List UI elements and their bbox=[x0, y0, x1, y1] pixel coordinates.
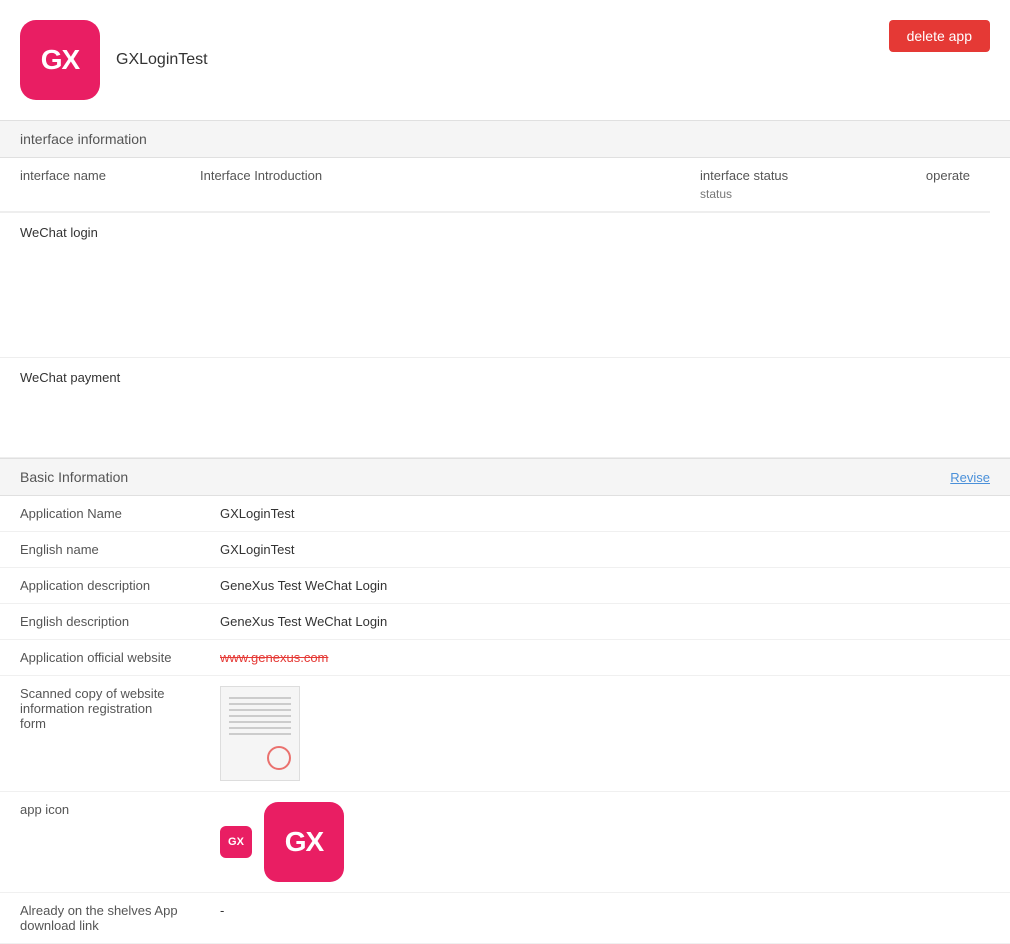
app-icons-container: GX GX bbox=[220, 802, 990, 882]
table-row: English name GXLoginTest bbox=[0, 532, 1010, 568]
document-stamp bbox=[267, 746, 291, 770]
field-value-english-name: GXLoginTest bbox=[200, 532, 1010, 568]
revise-link[interactable]: Revise bbox=[950, 470, 990, 485]
app-name-label: GXLoginTest bbox=[116, 51, 208, 69]
table-row: WeChat login Log in to the app or websit… bbox=[0, 213, 1010, 358]
basic-section-header: Basic Information Revise bbox=[0, 458, 1010, 496]
interface-label: interface status bbox=[700, 168, 820, 183]
table-row: English description GeneXus Test WeChat … bbox=[0, 604, 1010, 640]
app-icon-large: GX bbox=[264, 802, 344, 882]
col-header-intro: Interface Introduction bbox=[180, 158, 680, 212]
row-intro-wechat-payment: Obtain WeChat payment ability Details bbox=[990, 358, 1010, 458]
table-row: app icon GX GX bbox=[0, 792, 1010, 893]
app-header: GX GXLoginTest delete app bbox=[0, 0, 1010, 120]
field-value-english-description: GeneXus Test WeChat Login bbox=[200, 604, 1010, 640]
table-row: Scanned copy of website information regi… bbox=[0, 676, 1010, 792]
basic-info-table: Application Name GXLoginTest English nam… bbox=[0, 496, 1010, 944]
field-value-official-website: www.genexus.com bbox=[200, 640, 1010, 676]
table-row: Application Name GXLoginTest bbox=[0, 496, 1010, 532]
field-label-app-icon: app icon bbox=[0, 792, 200, 893]
col-header-status: interface status status bbox=[680, 158, 840, 212]
website-link[interactable]: www.genexus.com bbox=[220, 650, 328, 665]
field-value-scanned-copy bbox=[200, 676, 1010, 792]
field-label-official-website: Application official website bbox=[0, 640, 200, 676]
basic-section-title: Basic Information bbox=[20, 469, 128, 485]
row-name-wechat-payment: WeChat payment bbox=[0, 358, 990, 458]
field-label-app-description: Application description bbox=[0, 568, 200, 604]
col-header-operate: operate bbox=[840, 158, 990, 212]
field-label-english-description: English description bbox=[0, 604, 200, 640]
field-label-scanned-copy: Scanned copy of website information regi… bbox=[0, 676, 200, 792]
row-name-wechat-login: WeChat login bbox=[0, 213, 990, 358]
table-row: Application official website www.genexus… bbox=[0, 640, 1010, 676]
app-logo: GX bbox=[20, 20, 100, 100]
scanned-document-image bbox=[220, 686, 300, 781]
field-value-app-icon: GX GX bbox=[200, 792, 1010, 893]
interface-section-title: interface information bbox=[20, 131, 147, 147]
app-icon-small: GX bbox=[220, 826, 252, 858]
field-label-app-name: Application Name bbox=[0, 496, 200, 532]
interface-table: interface name Interface Introduction in… bbox=[0, 158, 1010, 458]
delete-app-button[interactable]: delete app bbox=[889, 20, 990, 52]
table-row: Already on the shelves App download link… bbox=[0, 893, 1010, 944]
col-header-name: interface name bbox=[0, 158, 180, 212]
app-header-left: GX GXLoginTest bbox=[20, 20, 208, 100]
field-value-shelves-link: - bbox=[200, 893, 1010, 944]
field-label-shelves-link: Already on the shelves App download link bbox=[0, 893, 200, 944]
field-label-english-name: English name bbox=[0, 532, 200, 568]
row-intro-wechat-login: Log in to the app or website with a WeCh… bbox=[990, 213, 1010, 358]
field-value-app-name: GXLoginTest bbox=[200, 496, 1010, 532]
table-row: WeChat payment Obtain WeChat payment abi… bbox=[0, 358, 1010, 458]
interface-section-header: interface information bbox=[0, 120, 1010, 158]
table-row: Application description GeneXus Test WeC… bbox=[0, 568, 1010, 604]
field-value-app-description: GeneXus Test WeChat Login bbox=[200, 568, 1010, 604]
